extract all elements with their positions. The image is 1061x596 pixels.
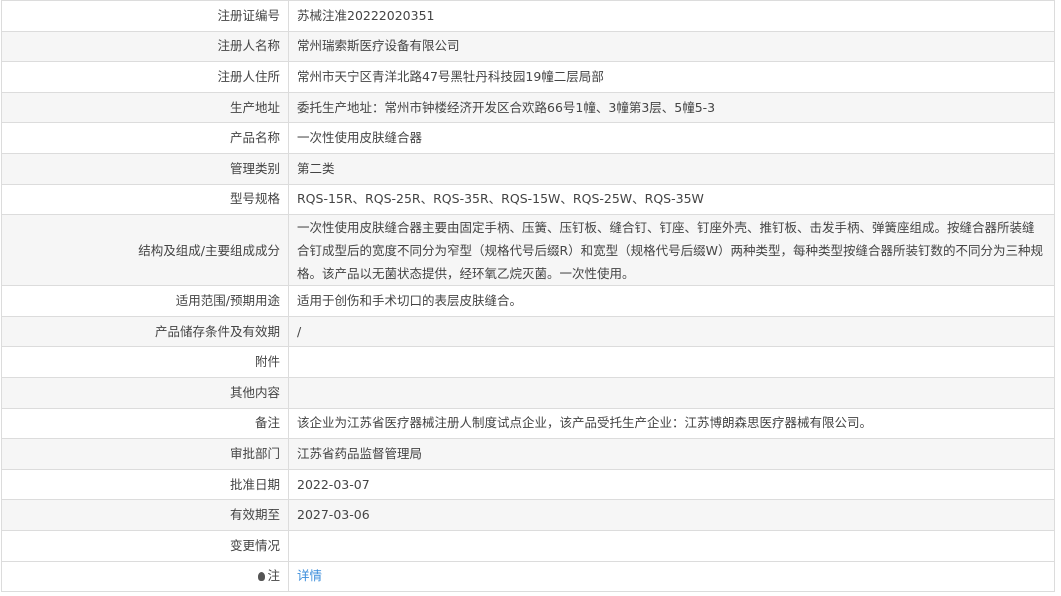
table-row: 备注 该企业为江苏省医疗器械注册人制度试点企业，该产品受托生产企业：江苏博朗森思医… bbox=[1, 407, 1055, 440]
row-value: 2022-03-07 bbox=[288, 468, 1055, 501]
table-row: 注册证编号 苏械注准20222020351 bbox=[1, 0, 1055, 32]
lightbulb-icon bbox=[258, 572, 266, 582]
row-value: 江苏省药品监督管理局 bbox=[288, 438, 1055, 470]
row-value: 一次性使用皮肤缝合器主要由固定手柄、压簧、压钉板、缝合钉、钉座、钉座外壳、推钉板… bbox=[288, 214, 1055, 287]
details-link[interactable]: 详情 bbox=[297, 568, 322, 583]
row-label: 型号规格 bbox=[1, 183, 289, 216]
row-label: 适用范围/预期用途 bbox=[1, 285, 289, 317]
row-label: 产品储存条件及有效期 bbox=[1, 315, 289, 348]
row-label: 有效期至 bbox=[1, 499, 289, 531]
table-row-note: 注 详情 bbox=[1, 560, 1055, 593]
table-row: 注册人住所 常州市天宁区青洋北路47号黑牡丹科技园19幢二层局部 bbox=[1, 61, 1055, 93]
row-label: 批准日期 bbox=[1, 468, 289, 501]
row-value: 委托生产地址：常州市钟楼经济开发区合欢路66号1幢、3幢第3层、5幢5-3 bbox=[288, 91, 1055, 124]
table-row: 其他内容 bbox=[1, 376, 1055, 409]
row-value: 常州市天宁区青洋北路47号黑牡丹科技园19幢二层局部 bbox=[288, 61, 1055, 93]
row-value: RQS-15R、RQS-25R、RQS-35R、RQS-15W、RQS-25W、… bbox=[288, 183, 1055, 216]
row-value: 一次性使用皮肤缝合器 bbox=[288, 122, 1055, 154]
row-value bbox=[288, 376, 1055, 409]
row-value: 适用于创伤和手术切口的表层皮肤缝合。 bbox=[288, 285, 1055, 317]
row-label: 管理类别 bbox=[1, 152, 289, 185]
row-label: 结构及组成/主要组成成分 bbox=[1, 214, 289, 287]
registration-detail-table: 注册证编号 苏械注准20222020351 注册人名称 常州瑞索斯医疗设备有限公司 注册… bbox=[1, 0, 1055, 593]
row-label: 附件 bbox=[1, 346, 289, 378]
table-row: 变更情况 bbox=[1, 529, 1055, 562]
row-value bbox=[288, 346, 1055, 378]
row-value bbox=[288, 529, 1055, 562]
table-row: 审批部门 江苏省药品监督管理局 bbox=[1, 438, 1055, 470]
table-row: 附件 bbox=[1, 346, 1055, 378]
row-label: 注册人住所 bbox=[1, 61, 289, 93]
table-row: 批准日期 2022-03-07 bbox=[1, 468, 1055, 501]
row-label: 其他内容 bbox=[1, 376, 289, 409]
row-label: 生产地址 bbox=[1, 91, 289, 124]
row-value: 详情 bbox=[288, 560, 1055, 593]
row-label: 注册证编号 bbox=[1, 0, 289, 32]
row-label: 产品名称 bbox=[1, 122, 289, 154]
row-value: 该企业为江苏省医疗器械注册人制度试点企业，该产品受托生产企业：江苏博朗森思医疗器… bbox=[288, 407, 1055, 440]
table-row: 注册人名称 常州瑞索斯医疗设备有限公司 bbox=[1, 30, 1055, 63]
table-row: 结构及组成/主要组成成分 一次性使用皮肤缝合器主要由固定手柄、压簧、压钉板、缝合钉… bbox=[1, 214, 1055, 287]
table-row: 产品储存条件及有效期 / bbox=[1, 315, 1055, 348]
row-label: 审批部门 bbox=[1, 438, 289, 470]
table-row: 有效期至 2027-03-06 bbox=[1, 499, 1055, 531]
note-label: 注 bbox=[267, 568, 280, 584]
row-label: 备注 bbox=[1, 407, 289, 440]
table-row: 适用范围/预期用途 适用于创伤和手术切口的表层皮肤缝合。 bbox=[1, 285, 1055, 317]
row-value: 第二类 bbox=[288, 152, 1055, 185]
table-row: 型号规格 RQS-15R、RQS-25R、RQS-35R、RQS-15W、RQS-… bbox=[1, 183, 1055, 216]
row-value: 苏械注准20222020351 bbox=[288, 0, 1055, 32]
row-label: 注册人名称 bbox=[1, 30, 289, 63]
row-label: 变更情况 bbox=[1, 529, 289, 562]
row-value: 2027-03-06 bbox=[288, 499, 1055, 531]
table-row: 生产地址 委托生产地址：常州市钟楼经济开发区合欢路66号1幢、3幢第3层、5幢5-… bbox=[1, 91, 1055, 124]
row-value: / bbox=[288, 315, 1055, 348]
row-value: 常州瑞索斯医疗设备有限公司 bbox=[288, 30, 1055, 63]
table-row: 产品名称 一次性使用皮肤缝合器 bbox=[1, 122, 1055, 154]
row-label: 注 bbox=[1, 560, 289, 593]
table-row: 管理类别 第二类 bbox=[1, 152, 1055, 185]
